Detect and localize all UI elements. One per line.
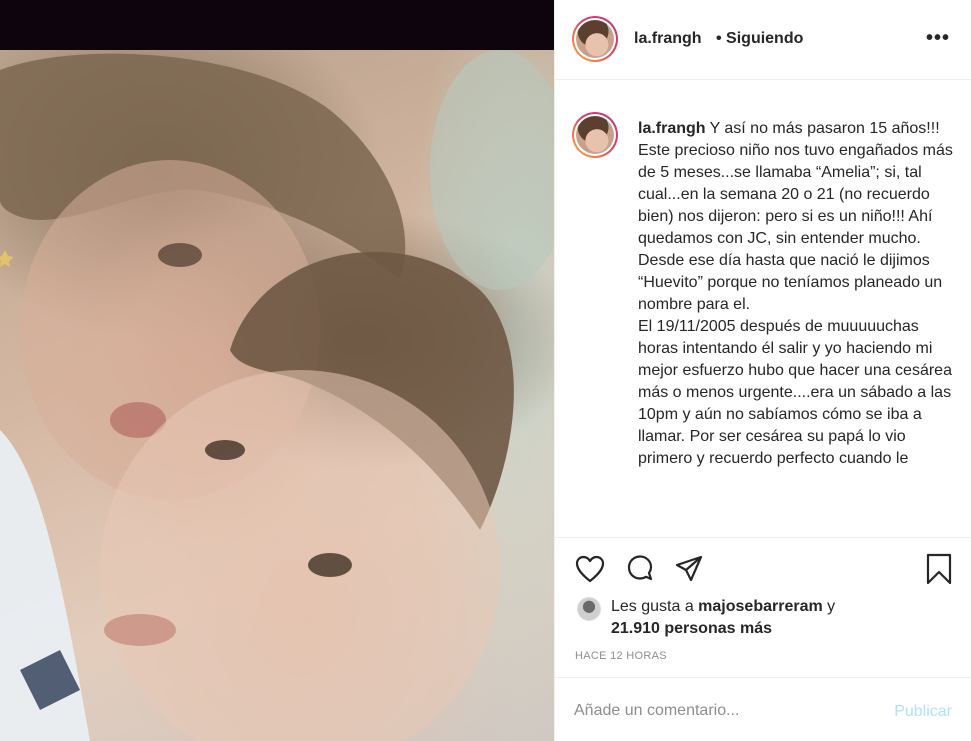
photo-top-letterbox [0,0,554,50]
caption-line: El 19/11/2005 después de muuuuuchas hora… [638,318,952,467]
likes-count[interactable]: 21.910 personas más [611,620,772,637]
author-avatar[interactable] [572,16,618,62]
post-photo-pane [0,0,554,741]
liker-username[interactable]: majosebarreram [698,598,823,615]
more-options-icon[interactable]: ••• [926,28,950,48]
bookmark-icon[interactable] [922,552,956,586]
caption-line: Y así no más pasaron 15 años!!! [709,120,940,137]
follow-status[interactable]: • Siguiendo [716,30,803,48]
photo-illustration [0,50,554,741]
caption-username[interactable]: la.frangh [638,120,706,137]
likes-summary: Les gusta a majosebarreram y 21.910 pers… [577,596,871,640]
liker-avatar[interactable] [577,597,601,621]
caption-text: la.frangh Y así no más pasaron 15 años!!!… [638,118,958,470]
likes-prefix: Les gusta a [611,598,699,615]
likes-joiner: y [822,598,836,615]
paper-plane-icon[interactable] [672,552,706,586]
caption-line: Este precioso niño nos tuvo engañados má… [638,142,953,313]
author-username[interactable]: la.frangh [634,30,702,48]
comment-input[interactable] [574,702,874,720]
post-photo[interactable] [0,50,554,741]
comment-icon[interactable] [623,552,657,586]
publish-button[interactable]: Publicar [894,703,952,721]
comment-bar: Publicar [555,677,971,741]
caption-area: la.frangh Y así no más pasaron 15 años!!!… [555,81,971,537]
action-bar: Les gusta a majosebarreram y 21.910 pers… [555,537,971,677]
likes-text: Les gusta a majosebarreram y 21.910 pers… [611,596,871,640]
caption-author-avatar[interactable] [572,112,618,158]
post-sidebar: la.frangh • Siguiendo ••• la.frangh Y así… [554,0,971,741]
post-header: la.frangh • Siguiendo ••• [555,0,971,80]
heart-icon[interactable] [573,552,607,586]
post-timestamp[interactable]: HACE 12 HORAS [575,650,667,662]
